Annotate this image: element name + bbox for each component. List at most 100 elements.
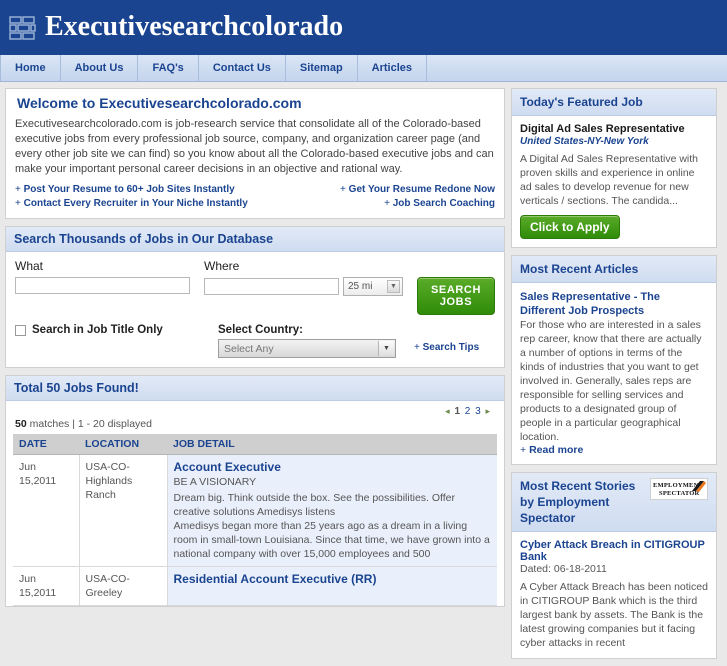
radius-select-value: 25 mi bbox=[348, 281, 373, 292]
welcome-body-text: Executivesearchcolorado.com is job-resea… bbox=[15, 118, 494, 175]
plus-icon: + bbox=[414, 342, 420, 353]
recent-articles-title-label: Most Recent Articles bbox=[520, 262, 639, 276]
table-row[interactable]: Jun 15,2011 USA-CO-Highlands Ranch Accou… bbox=[13, 454, 497, 567]
link-job-search-coaching[interactable]: + Job Search Coaching bbox=[384, 198, 495, 209]
job-search-panel: Search Thousands of Jobs in Our Database… bbox=[5, 226, 505, 368]
search-what-input[interactable] bbox=[15, 277, 190, 294]
job-title-link[interactable]: Residential Account Executive (RR) bbox=[174, 572, 492, 586]
nav-item-sitemap[interactable]: Sitemap bbox=[286, 55, 358, 81]
job-search-panel-title: Search Thousands of Jobs in Our Database bbox=[6, 227, 504, 252]
search-tips-label: Search Tips bbox=[422, 342, 480, 353]
featured-job-title: Today's Featured Job bbox=[512, 89, 716, 116]
search-tips-link[interactable]: + Search Tips bbox=[414, 342, 479, 353]
search-where-input[interactable] bbox=[204, 278, 339, 295]
link-post-resume[interactable]: + Post Your Resume to 60+ Job Sites Inst… bbox=[15, 184, 235, 195]
main-column: Welcome to Executivesearchcolorado.com E… bbox=[5, 88, 505, 666]
recent-articles-panel: Most Recent Articles Sales Representativ… bbox=[511, 255, 717, 465]
radius-select[interactable]: 25 mi ▼ bbox=[343, 277, 403, 296]
plus-icon: + bbox=[15, 184, 21, 195]
cell-date: Jun 15,2011 bbox=[13, 566, 80, 606]
link-resume-redone[interactable]: + Get Your Resume Redone Now bbox=[340, 184, 495, 195]
nav-item-home[interactable]: Home bbox=[0, 55, 61, 81]
matches-count: 50 bbox=[15, 418, 27, 430]
table-row[interactable]: Jun 15,2011 USA-CO-Greeley Residential A… bbox=[13, 566, 497, 606]
country-select[interactable]: Select Any ▼ bbox=[218, 339, 396, 358]
pagination-page-3[interactable]: 3 bbox=[475, 406, 481, 417]
site-title: Executivesearchcolorado bbox=[45, 10, 344, 42]
sidebar: Today's Featured Job Digital Ad Sales Re… bbox=[511, 88, 717, 666]
site-header: Executivesearchcolorado bbox=[0, 0, 727, 55]
country-label: Select Country: bbox=[218, 324, 303, 336]
nav-item-contact-us[interactable]: Contact Us bbox=[199, 55, 286, 81]
jobs-table: DATE LOCATION JOB DETAIL Jun 15,2011 USA… bbox=[13, 434, 497, 606]
featured-job-panel: Today's Featured Job Digital Ad Sales Re… bbox=[511, 88, 717, 248]
title-only-checkbox[interactable] bbox=[15, 324, 26, 336]
pagination-next[interactable]: ▸ bbox=[485, 406, 490, 416]
chevron-down-icon: ▼ bbox=[378, 341, 394, 356]
column-header-date: DATE bbox=[13, 434, 79, 455]
column-header-detail: JOB DETAIL bbox=[167, 434, 497, 455]
plus-icon: + bbox=[384, 198, 390, 209]
link-job-search-coaching-label: Job Search Coaching bbox=[392, 198, 495, 209]
country-select-value: Select Any bbox=[224, 342, 274, 355]
read-more-link[interactable]: + Read more bbox=[520, 444, 583, 456]
featured-job-location: United States-NY-New York bbox=[520, 136, 649, 147]
welcome-panel: Welcome to Executivesearchcolorado.com E… bbox=[5, 88, 505, 219]
where-field-group: Where 25 mi ▼ bbox=[204, 259, 403, 296]
featured-job-name: Digital Ad Sales Representative bbox=[520, 123, 685, 135]
results-panel-title: Total 50 Jobs Found! bbox=[6, 376, 504, 401]
search-fields-row: What Where 25 mi ▼ SEARCH JOBS bbox=[15, 259, 495, 315]
click-to-apply-button[interactable]: Click to Apply bbox=[520, 215, 620, 239]
recent-stories-title-label: Most Recent Stories by Employment Specta… bbox=[520, 479, 636, 525]
job-subtitle: BE A VISIONARY bbox=[173, 476, 257, 488]
recent-articles-title: Most Recent Articles bbox=[512, 256, 716, 283]
cell-detail: Account Executive BE A VISIONARY Dream b… bbox=[167, 454, 497, 567]
what-field-group: What bbox=[15, 259, 190, 294]
pagination: ◂ 1 2 3 ▸ bbox=[13, 403, 497, 418]
matches-text: matches | 1 - 20 displayed bbox=[29, 418, 152, 430]
chevron-down-icon: ▼ bbox=[387, 280, 400, 293]
pagination-page-2[interactable]: 2 bbox=[465, 406, 471, 417]
recent-stories-title: Most Recent Stories by Employment Specta… bbox=[512, 473, 716, 532]
cell-location: USA-CO-Greeley bbox=[79, 566, 168, 606]
column-header-location: LOCATION bbox=[79, 434, 167, 455]
table-header-row: DATE LOCATION JOB DETAIL bbox=[13, 434, 497, 455]
featured-job-title-label: Today's Featured Job bbox=[520, 95, 643, 109]
plus-icon: + bbox=[15, 198, 21, 209]
link-contact-recruiter-label: Contact Every Recruiter in Your Niche In… bbox=[23, 198, 248, 209]
recent-stories-panel: Most Recent Stories by Employment Specta… bbox=[511, 472, 717, 659]
employment-spectator-logo: EMPLOYMENT SPECTATOR bbox=[650, 478, 708, 500]
story-title-link[interactable]: Cyber Attack Breach in CITIGROUP Bank bbox=[520, 539, 705, 563]
results-panel: Total 50 Jobs Found! ◂ 1 2 3 ▸ 50 matche… bbox=[5, 375, 505, 607]
job-description: Dream big. Think outside the box. See th… bbox=[173, 492, 490, 560]
article-title-link[interactable]: Sales Representative - The Different Job… bbox=[520, 291, 660, 317]
link-post-resume-label: Post Your Resume to 60+ Job Sites Instan… bbox=[23, 184, 235, 195]
story-date: Dated: 06-18-2011 bbox=[520, 563, 607, 575]
plus-icon: + bbox=[340, 184, 346, 195]
welcome-links: + Post Your Resume to 60+ Job Sites Inst… bbox=[15, 184, 495, 209]
what-label: What bbox=[15, 259, 44, 273]
title-only-row[interactable]: Search in Job Title Only bbox=[15, 324, 204, 336]
featured-job-description: A Digital Ad Sales Representative with p… bbox=[520, 153, 699, 207]
story-excerpt: A Cyber Attack Breach has been noticed i… bbox=[520, 581, 708, 649]
link-contact-recruiter[interactable]: + Contact Every Recruiter in Your Niche … bbox=[15, 198, 248, 209]
article-excerpt: For those who are interested in a sales … bbox=[520, 319, 702, 443]
nav-item-about-us[interactable]: About Us bbox=[61, 55, 139, 81]
cell-location: USA-CO-Highlands Ranch bbox=[79, 454, 168, 567]
read-more-label: Read more bbox=[529, 444, 584, 456]
swoosh-icon bbox=[692, 481, 706, 492]
link-resume-redone-label: Get Your Resume Redone Now bbox=[348, 184, 495, 195]
search-options-row: Search in Job Title Only Select Country:… bbox=[15, 315, 495, 358]
main-navigation: Home About Us FAQ's Contact Us Sitemap A… bbox=[0, 55, 727, 82]
search-jobs-button[interactable]: SEARCH JOBS bbox=[417, 277, 495, 315]
job-title-link[interactable]: Account Executive bbox=[174, 460, 492, 474]
page-title: Welcome to Executivesearchcolorado.com bbox=[17, 95, 302, 111]
pagination-prev[interactable]: ◂ bbox=[445, 406, 450, 416]
brick-blocks-icon bbox=[9, 14, 37, 42]
nav-item-articles[interactable]: Articles bbox=[358, 55, 428, 81]
nav-item-faqs[interactable]: FAQ's bbox=[138, 55, 199, 81]
pagination-page-1: 1 bbox=[454, 406, 460, 417]
cell-detail: Residential Account Executive (RR) bbox=[167, 566, 497, 606]
plus-icon: + bbox=[520, 444, 527, 456]
title-only-label: Search in Job Title Only bbox=[32, 324, 163, 336]
